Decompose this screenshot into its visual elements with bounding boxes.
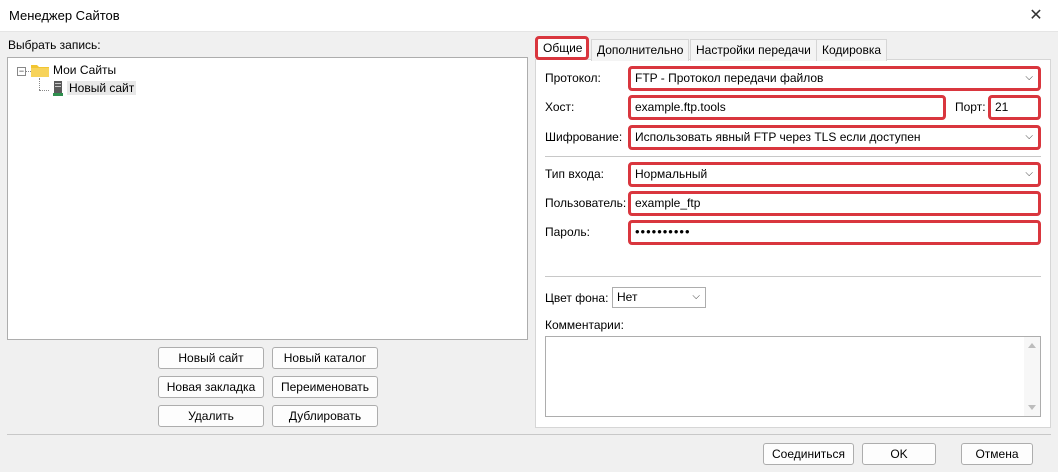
tree-connector: [39, 90, 49, 91]
scroll-up-icon[interactable]: [1028, 343, 1036, 348]
connect-button[interactable]: Соединиться: [763, 443, 854, 465]
password-input[interactable]: ••••••••••: [628, 220, 1041, 245]
delete-button[interactable]: Удалить: [158, 405, 264, 427]
encryption-label: Шифрование:: [545, 130, 623, 144]
new-bookmark-button[interactable]: Новая закладка: [158, 376, 264, 398]
server-icon: [53, 81, 63, 96]
tab-transfer-settings[interactable]: Настройки передачи: [690, 39, 817, 61]
tree-child-label[interactable]: Новый сайт: [67, 81, 137, 95]
comments-scrollbar[interactable]: [1024, 337, 1040, 416]
rename-button[interactable]: Переименовать: [272, 376, 378, 398]
footer-divider: [7, 434, 1051, 435]
tab-advanced[interactable]: Дополнительно: [591, 39, 690, 61]
divider: [545, 156, 1041, 157]
port-input[interactable]: 21: [988, 95, 1041, 120]
tab-charset[interactable]: Кодировка: [816, 39, 888, 61]
window-title: Менеджер Сайтов: [9, 8, 120, 23]
comments-label: Комментарии:: [545, 318, 624, 332]
protocol-select[interactable]: FTP - Протокол передачи файлов ⌵: [628, 66, 1041, 91]
encryption-select[interactable]: Использовать явный FTP через TLS если до…: [628, 125, 1041, 150]
user-input[interactable]: example_ftp: [628, 191, 1041, 216]
port-label: Порт:: [955, 100, 986, 114]
folder-icon: [31, 65, 49, 77]
logon-type-label: Тип входа:: [545, 167, 604, 181]
password-label: Пароль:: [545, 225, 590, 239]
comments-textarea[interactable]: [545, 336, 1041, 417]
ok-button[interactable]: OK: [862, 443, 936, 465]
title-bar: [0, 0, 1058, 32]
divider: [545, 276, 1041, 277]
chevron-down-icon: ⌵: [1025, 168, 1033, 179]
cancel-button[interactable]: Отмена: [961, 443, 1033, 465]
chevron-down-icon: ⌵: [1025, 72, 1033, 83]
host-input[interactable]: example.ftp.tools: [628, 95, 946, 120]
bg-color-select[interactable]: Нет ⌵: [612, 287, 706, 308]
tree-expander-icon[interactable]: −: [17, 67, 26, 76]
tree-connector: [39, 78, 40, 90]
new-folder-button[interactable]: Новый каталог: [272, 347, 378, 369]
user-label: Пользователь:: [545, 196, 627, 210]
select-entry-label: Выбрать запись:: [8, 38, 101, 52]
bg-color-value: Нет: [617, 290, 638, 304]
chevron-down-icon: ⌵: [1025, 131, 1033, 142]
tab-general[interactable]: Общие: [535, 36, 589, 60]
protocol-label: Протокол:: [545, 71, 601, 85]
host-label: Хост:: [545, 100, 575, 114]
scroll-down-icon[interactable]: [1028, 405, 1036, 410]
close-icon[interactable]: ✕: [1024, 4, 1048, 28]
new-site-button[interactable]: Новый сайт: [158, 347, 264, 369]
site-tree[interactable]: − Мои Сайты Новый сайт: [7, 57, 528, 340]
duplicate-button[interactable]: Дублировать: [272, 405, 378, 427]
logon-type-value: Нормальный: [635, 167, 708, 181]
bg-color-label: Цвет фона:: [545, 291, 609, 305]
encryption-value: Использовать явный FTP через TLS если до…: [635, 130, 921, 144]
protocol-value: FTP - Протокол передачи файлов: [635, 71, 824, 85]
chevron-down-icon: ⌵: [692, 291, 700, 302]
logon-type-select[interactable]: Нормальный ⌵: [628, 162, 1041, 187]
tree-root-label[interactable]: Мои Сайты: [53, 63, 116, 77]
